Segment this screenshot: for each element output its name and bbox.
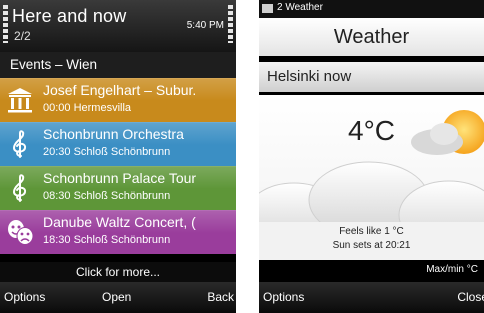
signal-strength-icon: [3, 5, 8, 43]
section-header: Events – Wien: [0, 52, 236, 78]
options-softkey[interactable]: Options: [263, 290, 304, 304]
notification-icon: [262, 4, 273, 13]
app-title: Here and now: [12, 6, 127, 26]
theater-masks-icon: [8, 220, 34, 245]
event-time-venue: 00:00 Hermesvilla: [43, 102, 132, 114]
event-list-item[interactable]: Schonbrunn Palace Tour 08:30 Schloß Schö…: [0, 166, 236, 210]
museum-columns-icon: [8, 88, 32, 113]
event-time-venue: 20:30 Schloß Schönbrunn: [43, 146, 171, 158]
treble-clef-icon: [12, 174, 27, 202]
event-title: Schonbrunn Palace Tour: [43, 170, 197, 186]
here-and-now-phone-screen: Here and now 2/2 5:40 PM Events – Wien J…: [0, 0, 236, 313]
event-time-venue: 08:30 Schloß Schönbrunn: [43, 190, 171, 202]
event-list-item[interactable]: Danube Waltz Concert, ( 18:30 Schloß Sch…: [0, 210, 236, 254]
page-title: Weather: [259, 18, 484, 56]
event-title: Schonbrunn Orchestra: [43, 126, 184, 142]
status-bar: 2 Weather: [259, 0, 484, 18]
status-app-label: 2 Weather: [277, 2, 323, 13]
softkey-bar: Options Close: [259, 282, 484, 313]
weather-display: 4°C Feels like 1 °C Sun sets at 20:21: [259, 95, 484, 260]
max-min-strip: Max/min °C: [259, 260, 484, 282]
title-bar: Here and now 2/2 5:40 PM: [0, 0, 236, 52]
event-list-item[interactable]: Schonbrunn Orchestra 20:30 Schloß Schönb…: [0, 122, 236, 166]
clock: 5:40 PM: [186, 20, 224, 31]
treble-clef-icon: [12, 130, 27, 158]
max-min-label: Max/min °C: [426, 264, 478, 275]
options-softkey[interactable]: Options: [4, 290, 45, 304]
click-for-more-link[interactable]: Click for more...: [0, 262, 236, 282]
event-list-item[interactable]: Josef Engelhart – Subur. 00:00 Hermesvil…: [0, 78, 236, 122]
back-softkey[interactable]: Back: [207, 290, 234, 304]
softkey-bar: Options Open Back: [0, 282, 236, 313]
feels-like-text: Feels like 1 °C: [339, 226, 404, 237]
current-temperature: 4°C: [348, 115, 395, 146]
weather-phone-screen: 2 Weather Weather Helsinki now 4°C Feels…: [259, 0, 484, 313]
event-title: Josef Engelhart – Subur.: [43, 82, 197, 98]
event-time-venue: 18:30 Schloß Schönbrunn: [43, 234, 171, 246]
event-title: Danube Waltz Concert, (: [43, 214, 196, 230]
page-counter: 2/2: [14, 29, 31, 43]
location-selector[interactable]: Helsinki now: [259, 62, 484, 92]
close-softkey[interactable]: Close: [457, 290, 484, 304]
open-softkey[interactable]: Open: [102, 290, 131, 304]
sunset-text: Sun sets at 20:21: [332, 240, 411, 251]
battery-icon: [228, 5, 233, 43]
